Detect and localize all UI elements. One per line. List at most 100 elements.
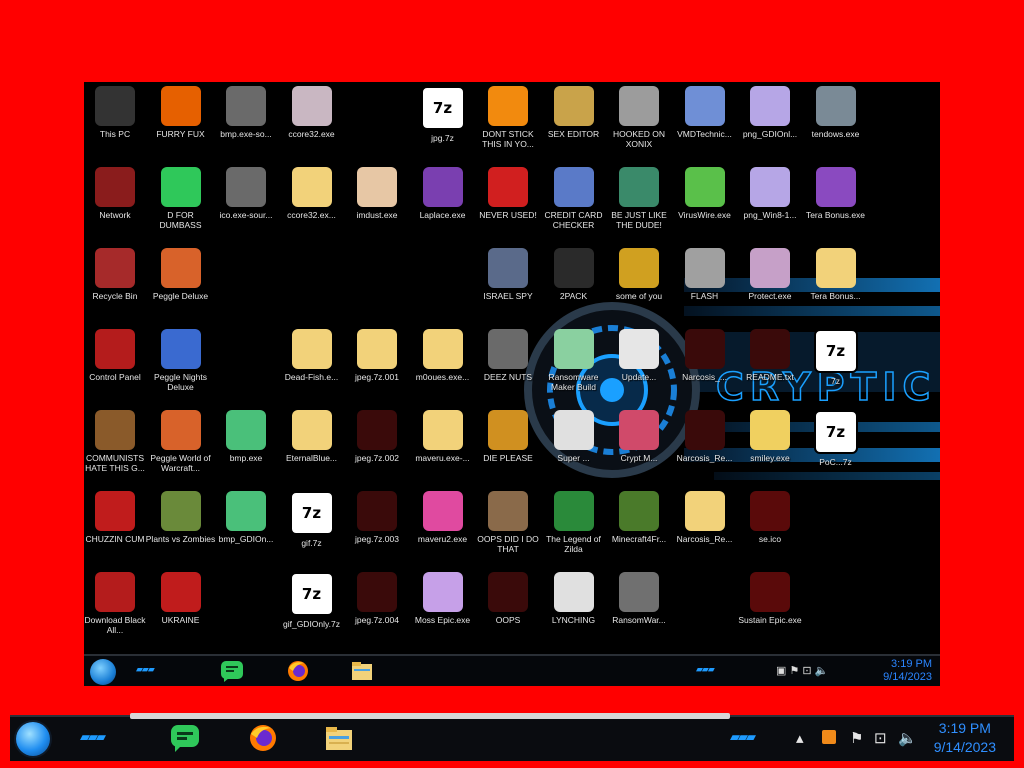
desktop-icon[interactable]: 7z gif_GDIOnly.7z: [277, 572, 347, 629]
dude-icon: [619, 167, 659, 207]
inner-tray-icons: ▣ ⚑ ⊡ 🔈: [776, 665, 829, 677]
desktop-icon[interactable]: Update...: [604, 329, 674, 382]
desktop-icon[interactable]: D FOR DUMBASS: [146, 167, 216, 230]
desktop-icon[interactable]: The Legend of Zilda: [539, 491, 609, 554]
firefox-icon[interactable]: [248, 724, 278, 752]
desktop-icon-label: Laplace.exe: [419, 210, 466, 220]
desktop-icon[interactable]: Peggle World of Warcraft...: [146, 410, 216, 473]
desktop-icon[interactable]: maveru.exe-...: [408, 410, 478, 463]
desktop-icon[interactable]: png_Win8-1...: [735, 167, 805, 220]
desktop-icon[interactable]: Recycle Bin: [84, 248, 150, 301]
desktop-icon[interactable]: DIE PLEASE: [473, 410, 543, 463]
desktop-icon[interactable]: Peggle Nights Deluxe: [146, 329, 216, 392]
desktop-icon[interactable]: COMMUNISTS HATE THIS G...: [84, 410, 150, 473]
narcosis-icon: [488, 572, 528, 612]
desktop-icon-label: ico.exe-sour...: [219, 210, 273, 220]
desktop-icon[interactable]: Protect.exe: [735, 248, 805, 301]
desktop-icon[interactable]: 7z PoC...7z: [801, 410, 871, 467]
desktop-icon[interactable]: SEX EDITOR: [539, 86, 609, 139]
desktop-icon[interactable]: README.txt: [735, 329, 805, 382]
desktop-icon[interactable]: 2PACK: [539, 248, 609, 301]
desktop-icon[interactable]: m0oues.exe...: [408, 329, 478, 382]
desktop-icon[interactable]: HOOKED ON XONIX: [604, 86, 674, 149]
desktop-icon[interactable]: LYNCHING: [539, 572, 609, 625]
desktop-icon[interactable]: se.ico: [735, 491, 805, 544]
desktop-icon[interactable]: png_GDIOnl...: [735, 86, 805, 139]
desktop-icon[interactable]: Tera Bonus.exe: [801, 167, 871, 220]
desktop-icon[interactable]: bmp.exe: [211, 410, 281, 463]
desktop-icon[interactable]: Plants vs Zombies: [146, 491, 216, 544]
desktop-icon-label: Update...: [621, 372, 657, 382]
desktop-icon[interactable]: Laplace.exe: [408, 167, 478, 220]
desktop-icon[interactable]: NEVER USED!: [473, 167, 543, 220]
desktop-icon-label: DONT STICK THIS IN YO...: [482, 129, 534, 149]
desktop-icon[interactable]: ccore32.exe: [277, 86, 347, 139]
desktop-icon[interactable]: 7z gif.7z: [277, 491, 347, 548]
desktop-icon[interactable]: jpeg.7z.003: [342, 491, 412, 544]
desktop-icon[interactable]: bmp_GDIOn...: [211, 491, 281, 544]
desktop-icon[interactable]: DEEZ NUTS: [473, 329, 543, 382]
desktop-icon[interactable]: 7z jpg.7z: [408, 86, 478, 143]
desktop-icon[interactable]: Narcosis_...: [670, 329, 740, 382]
desktop-icon[interactable]: VirusWire.exe: [670, 167, 740, 220]
desktop-icon[interactable]: Super ...: [539, 410, 609, 463]
desktop-icon[interactable]: BE JUST LIKE THE DUDE!: [604, 167, 674, 230]
desktop-icon[interactable]: Minecraft4Fr...: [604, 491, 674, 544]
vlc-cone-icon: [488, 86, 528, 126]
desktop-icon[interactable]: jpeg.7z.002: [342, 410, 412, 463]
desktop-icon[interactable]: imdust.exe: [342, 167, 412, 220]
desktop-icon[interactable]: 7z 7z: [801, 329, 871, 386]
desktop-icon[interactable]: Ransomware Maker Build: [539, 329, 609, 392]
desktop-icon[interactable]: maveru2.exe: [408, 491, 478, 544]
desktop-icon[interactable]: Tera Bonus...: [801, 248, 871, 301]
desktop-icon[interactable]: some of you: [604, 248, 674, 301]
desktop-icon[interactable]: FURRY FUX: [146, 86, 216, 139]
desktop-icon[interactable]: Network: [84, 167, 150, 220]
desktop-icon[interactable]: FLASH: [670, 248, 740, 301]
desktop-icon[interactable]: CHUZZIN CUM: [84, 491, 150, 544]
desktop-icon[interactable]: smiley.exe: [735, 410, 805, 463]
desktop-icon[interactable]: OOPS DID I DO THAT: [473, 491, 543, 554]
desktop-icon-label: Ransomware Maker Build: [548, 372, 599, 392]
desktop-icon-label: jpeg.7z.003: [355, 534, 399, 544]
desktop-icon[interactable]: This PC: [84, 86, 150, 139]
volume-icon[interactable]: 🔈: [898, 729, 917, 747]
desktop-icon[interactable]: Peggle Deluxe: [146, 248, 216, 301]
desktop-icon[interactable]: ico.exe-sour...: [211, 167, 281, 220]
desktop-icon[interactable]: DONT STICK THIS IN YO...: [473, 86, 543, 149]
discord-green-icon[interactable]: [170, 724, 200, 752]
desktop-icon[interactable]: ccore32.ex...: [277, 167, 347, 220]
warning-icon: [553, 572, 594, 612]
desktop-icon[interactable]: bmp.exe-so...: [211, 86, 281, 139]
desktop-icon[interactable]: CREDIT CARD CHECKER: [539, 167, 609, 230]
flag-icon[interactable]: ⚑: [850, 729, 863, 747]
desktop-icon[interactable]: Download Black All...: [84, 572, 150, 635]
desktop-icon[interactable]: UKRAINE: [146, 572, 216, 625]
desktop-icon[interactable]: jpeg.7z.004: [342, 572, 412, 625]
desktop-icon-label: se.ico: [758, 534, 782, 544]
desktop-icon[interactable]: Control Panel: [84, 329, 150, 382]
desktop-icon[interactable]: Dead-Fish.e...: [277, 329, 347, 382]
desktop-icon[interactable]: Narcosis_Re...: [670, 491, 740, 544]
desktop-icon[interactable]: tendows.exe: [801, 86, 871, 139]
orange-app-icon[interactable]: [822, 730, 836, 748]
desktop-icon[interactable]: Moss Epic.exe: [408, 572, 478, 625]
desktop-icon[interactable]: Narcosis_Re...: [670, 410, 740, 463]
zip-folder-icon: [422, 329, 463, 369]
network-icon[interactable]: ⊡: [874, 729, 887, 747]
desktop-icon[interactable]: Sustain Epic.exe: [735, 572, 805, 625]
taskbar-clock[interactable]: 3:19 PM 9/14/2023: [934, 719, 996, 757]
desktop-icon[interactable]: VMDTechnic...: [670, 86, 740, 139]
desktop-icon[interactable]: OOPS: [473, 572, 543, 625]
inner-taskbar: ▰▰▰ ▰▰▰ ▣ ⚑ ⊡ 🔈 3:19 PM 9/14/2023: [84, 654, 940, 686]
desktop-icon[interactable]: Crypt.M...: [604, 410, 674, 463]
radiation-icon: [160, 572, 201, 612]
desktop-icon[interactable]: EternalBlue...: [277, 410, 347, 463]
narcosis-icon: [357, 572, 397, 612]
desktop-icon[interactable]: jpeg.7z.001: [342, 329, 412, 382]
desktop-icon[interactable]: ISRAEL SPY: [473, 248, 543, 301]
desktop-icon[interactable]: RansomWar...: [604, 572, 674, 625]
overflow-icon[interactable]: ▴: [796, 729, 804, 747]
start-button[interactable]: [16, 722, 50, 756]
file-explorer-icon[interactable]: [324, 724, 354, 752]
